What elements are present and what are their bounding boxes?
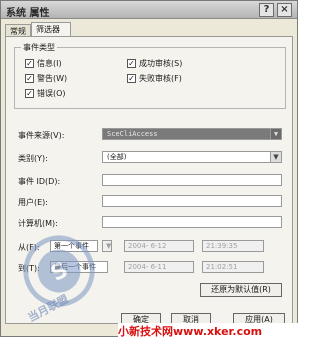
check-icon: ✓ bbox=[127, 73, 136, 83]
from-date-picker[interactable]: 2004- 6-12 bbox=[124, 240, 194, 252]
category-value: (全部) bbox=[107, 153, 127, 161]
checkbox-label: 警告(W) bbox=[37, 73, 68, 83]
check-icon: ✓ bbox=[25, 88, 34, 98]
checkbox-label: 错误(O) bbox=[37, 88, 66, 98]
event-source-value: SceCliAccess bbox=[107, 130, 158, 138]
to-time-picker[interactable]: 21:02:51 bbox=[202, 261, 264, 273]
checkbox-warning[interactable]: ✓ 警告(W) bbox=[25, 73, 67, 83]
check-icon: ✓ bbox=[25, 73, 34, 83]
close-button[interactable]: × bbox=[277, 3, 292, 17]
event-source-dropdown[interactable]: SceCliAccess ▼ bbox=[102, 128, 282, 140]
title-bar: 系统 属性 ? × bbox=[1, 1, 297, 19]
event-id-input[interactable] bbox=[102, 174, 282, 186]
help-button[interactable]: ? bbox=[259, 3, 274, 17]
event-types-title: 事件类型 bbox=[21, 42, 57, 53]
user-label: 用户(E): bbox=[18, 198, 48, 207]
window-title: 系统 属性 bbox=[6, 8, 50, 19]
checkbox-label: 成功审核(S) bbox=[139, 58, 183, 68]
checkbox-label: 失败审核(F) bbox=[139, 73, 182, 83]
tab-general[interactable]: 常规 bbox=[5, 24, 31, 36]
check-icon: ✓ bbox=[25, 58, 34, 68]
category-dropdown[interactable]: (全部) ▼ bbox=[102, 151, 282, 163]
category-label: 类别(Y): bbox=[18, 154, 48, 163]
event-id-label: 事件 ID(D): bbox=[18, 177, 61, 186]
event-source-label: 事件来源(V): bbox=[18, 131, 65, 140]
check-icon: ✓ bbox=[127, 58, 136, 68]
chevron-down-icon: ▼ bbox=[270, 129, 281, 139]
checkbox-label: 信息(I) bbox=[37, 58, 62, 68]
user-input[interactable] bbox=[102, 195, 282, 207]
chevron-down-icon: ▼ bbox=[102, 240, 112, 252]
chevron-down-icon: ▼ bbox=[270, 152, 281, 162]
checkbox-information[interactable]: ✓ 信息(I) bbox=[25, 58, 62, 68]
checkbox-error[interactable]: ✓ 错误(O) bbox=[25, 88, 66, 98]
checkbox-success-audit[interactable]: ✓ 成功审核(S) bbox=[127, 58, 182, 68]
computer-input[interactable] bbox=[102, 216, 282, 228]
banner-text: 小新技术网www.xker.com bbox=[118, 325, 263, 337]
computer-label: 计算机(M): bbox=[18, 219, 58, 228]
tab-filter[interactable]: 筛选器 bbox=[31, 22, 71, 37]
event-types-group: 事件类型 ✓ 信息(I) ✓ 成功审核(S) ✓ 警告(W) ✓ 失败审核(F)… bbox=[14, 42, 286, 109]
to-date-picker[interactable]: 2004- 6-11 bbox=[124, 261, 194, 273]
checkbox-failure-audit[interactable]: ✓ 失败审核(F) bbox=[127, 73, 182, 83]
site-banner: 小新技术网www.xker.com bbox=[118, 323, 298, 337]
from-time-picker[interactable]: 21:39:35 bbox=[202, 240, 264, 252]
restore-defaults-button[interactable]: 还原为默认值(R) bbox=[200, 283, 282, 297]
